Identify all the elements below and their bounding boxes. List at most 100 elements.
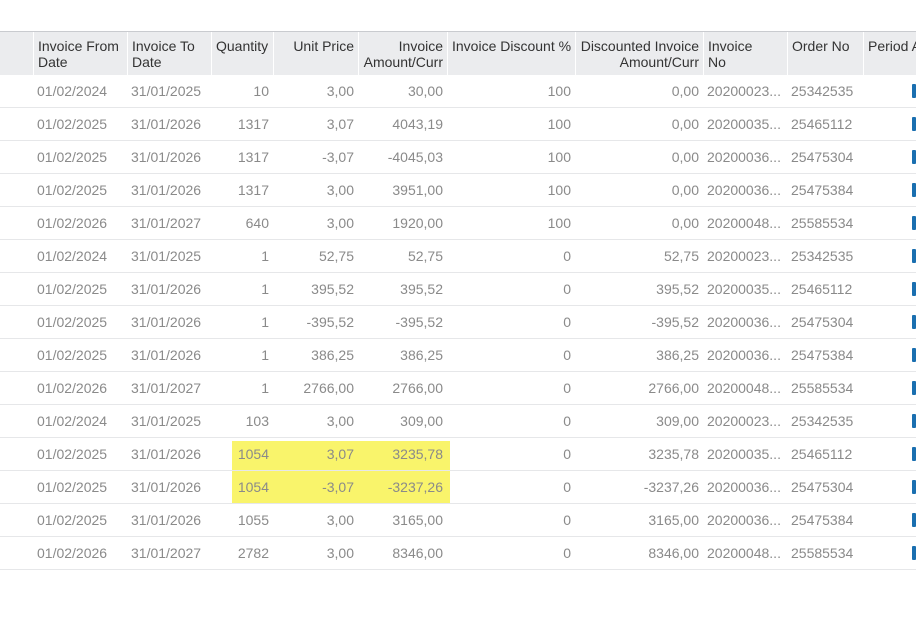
- cell-invoice-amount: -395,52: [395, 314, 443, 330]
- table-row[interactable]: 01/02/2024 31/01/2025 103 3,00 309,00 0 309,00…: [0, 405, 916, 438]
- table-row[interactable]: 01/02/2024 31/01/2025 1 52,75 52,75 0 52,75 202…: [0, 240, 916, 273]
- column-header-discounted-amount[interactable]: Discounted Invoice Amount/Curr: [575, 32, 703, 75]
- cell-invoice-no: 20200023...: [707, 413, 781, 429]
- cell-invoice-no: 20200036...: [707, 479, 781, 495]
- column-header-invoice-from-date[interactable]: Invoice From Date: [33, 32, 127, 75]
- cell-order-no: 25465112: [791, 116, 853, 132]
- row-selector[interactable]: [0, 207, 33, 239]
- period-indicator-icon[interactable]: [912, 480, 916, 494]
- row-selector[interactable]: [0, 372, 33, 404]
- cell-invoice-from-date: 01/02/2025: [37, 347, 108, 363]
- table-row[interactable]: 01/02/2025 31/01/2026 1 395,52 395,52 0 395,52…: [0, 273, 916, 306]
- cell-invoice-no: 20200036...: [707, 512, 781, 528]
- cell-period: [863, 372, 916, 404]
- cell-discounted-amount: 386,25: [656, 347, 699, 363]
- cell-invoice-discount: 0: [563, 380, 571, 396]
- row-selector[interactable]: [0, 240, 33, 272]
- period-indicator-icon[interactable]: [912, 249, 916, 263]
- invoice-table: Invoice From Date Invoice To Date Quantity…: [0, 31, 916, 570]
- cell-invoice-no: 20200048...: [707, 545, 781, 561]
- period-indicator-icon[interactable]: [912, 414, 916, 428]
- period-indicator-icon[interactable]: [912, 84, 916, 98]
- period-indicator-icon[interactable]: [912, 216, 916, 230]
- period-indicator-icon[interactable]: [912, 447, 916, 461]
- row-selector[interactable]: [0, 471, 33, 503]
- period-indicator-icon[interactable]: [912, 513, 916, 527]
- period-indicator-icon[interactable]: [912, 348, 916, 362]
- row-selector[interactable]: [0, 141, 33, 173]
- cell-invoice-discount: 100: [547, 83, 571, 99]
- table-row[interactable]: 01/02/2025 31/01/2026 1054 3,07 3235,78 0 3235…: [0, 438, 916, 471]
- cell-period: [863, 471, 916, 503]
- cell-period: [863, 405, 916, 437]
- cell-invoice-from-date: 01/02/2024: [37, 413, 108, 429]
- column-header-select[interactable]: [0, 32, 33, 75]
- table-row[interactable]: 01/02/2025 31/01/2026 1054 -3,07 -3237,26 0 -3…: [0, 471, 916, 504]
- cell-period: [863, 174, 916, 206]
- cell-invoice-to-date: 31/01/2026: [131, 512, 202, 528]
- cell-invoice-to-date: 31/01/2027: [131, 380, 202, 396]
- row-selector[interactable]: [0, 174, 33, 206]
- period-indicator-icon[interactable]: [912, 117, 916, 131]
- cell-invoice-no: 20200036...: [707, 347, 781, 363]
- row-selector[interactable]: [0, 405, 33, 437]
- row-selector[interactable]: [0, 108, 33, 140]
- period-indicator-icon[interactable]: [912, 315, 916, 329]
- cell-invoice-amount: -4045,03: [387, 149, 443, 165]
- period-indicator-icon[interactable]: [912, 546, 916, 560]
- column-header-period[interactable]: Period A: [863, 32, 916, 75]
- period-indicator-icon[interactable]: [912, 150, 916, 164]
- cell-order-no: 25475304: [791, 314, 854, 330]
- cell-invoice-no: 20200036...: [707, 182, 781, 198]
- cell-invoice-from-date: 01/02/2025: [37, 182, 108, 198]
- table-row[interactable]: 01/02/2026 31/01/2027 640 3,00 1920,00 100 0,0…: [0, 207, 916, 240]
- cell-invoice-discount: 100: [547, 149, 571, 165]
- table-row[interactable]: 01/02/2025 31/01/2026 1 386,25 386,25 0 386,25…: [0, 339, 916, 372]
- cell-unit-price: 52,75: [318, 248, 354, 264]
- column-header-invoice-amount[interactable]: Invoice Amount/Curr: [358, 32, 447, 75]
- cell-invoice-amount: 4043,19: [392, 116, 443, 132]
- period-indicator-icon[interactable]: [912, 183, 916, 197]
- cell-unit-price: -3,07: [322, 149, 354, 165]
- column-header-order-no[interactable]: Order No: [787, 32, 863, 75]
- row-selector[interactable]: [0, 273, 33, 305]
- table-row[interactable]: 01/02/2025 31/01/2026 1 -395,52 -395,52 0 -395…: [0, 306, 916, 339]
- cell-discounted-amount: 3165,00: [648, 512, 699, 528]
- cell-invoice-discount: 0: [563, 281, 571, 297]
- period-indicator-icon[interactable]: [912, 282, 916, 296]
- cell-invoice-amount: 2766,00: [392, 380, 443, 396]
- column-header-invoice-no[interactable]: Invoice No: [703, 32, 787, 75]
- column-header-invoice-to-date[interactable]: Invoice To Date: [127, 32, 211, 75]
- row-selector[interactable]: [0, 339, 33, 371]
- cell-discounted-amount: 52,75: [663, 248, 699, 264]
- cell-invoice-to-date: 31/01/2025: [131, 413, 202, 429]
- table-row[interactable]: 01/02/2026 31/01/2027 1 2766,00 2766,00 0 2766…: [0, 372, 916, 405]
- cell-invoice-discount: 100: [547, 116, 571, 132]
- cell-invoice-from-date: 01/02/2026: [37, 215, 108, 231]
- cell-order-no: 25585534: [791, 380, 854, 396]
- table-row[interactable]: 01/02/2024 31/01/2025 10 3,00 30,00 100 0,00 20…: [0, 75, 916, 108]
- column-header-unit-price[interactable]: Unit Price: [273, 32, 358, 75]
- column-header-quantity[interactable]: Quantity: [211, 32, 273, 75]
- row-selector[interactable]: [0, 504, 33, 536]
- cell-order-no: 25475384: [791, 347, 854, 363]
- row-selector[interactable]: [0, 306, 33, 338]
- cell-invoice-to-date: 31/01/2025: [131, 248, 202, 264]
- cell-invoice-amount: 52,75: [407, 248, 443, 264]
- table-row[interactable]: 01/02/2025 31/01/2026 1317 -3,07 -4045,03 100…: [0, 141, 916, 174]
- cell-invoice-to-date: 31/01/2026: [131, 479, 202, 495]
- cell-discounted-amount: 8346,00: [648, 545, 699, 561]
- period-indicator-icon[interactable]: [912, 381, 916, 395]
- column-header-invoice-discount[interactable]: Invoice Discount %: [447, 32, 575, 75]
- table-row[interactable]: 01/02/2025 31/01/2026 1317 3,07 4043,19 100 0,…: [0, 108, 916, 141]
- cell-invoice-no: 20200023...: [707, 248, 781, 264]
- row-selector[interactable]: [0, 438, 33, 470]
- cell-unit-price: 395,52: [311, 281, 354, 297]
- row-selector[interactable]: [0, 537, 33, 569]
- table-row[interactable]: 01/02/2025 31/01/2026 1055 3,00 3165,00 0 3165…: [0, 504, 916, 537]
- cell-invoice-discount: 0: [563, 347, 571, 363]
- row-selector[interactable]: [0, 75, 33, 107]
- table-row[interactable]: 01/02/2025 31/01/2026 1317 3,00 3951,00 100 0,…: [0, 174, 916, 207]
- cell-discounted-amount: 0,00: [671, 182, 699, 198]
- table-row[interactable]: 01/02/2026 31/01/2027 2782 3,00 8346,00 0 8346…: [0, 537, 916, 570]
